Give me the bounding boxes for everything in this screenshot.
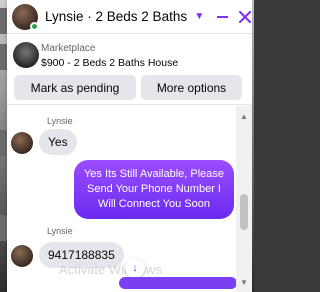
marketplace-banner: Marketplace $900 - 2 Beds 2 Baths House …	[7, 35, 252, 105]
backdrop-avatar-strip	[0, 44, 7, 70]
contact-avatar[interactable]	[12, 3, 39, 31]
scroll-up-arrow-icon[interactable]: ▲	[240, 112, 248, 121]
arrow-down-icon[interactable]: ↓	[125, 258, 145, 278]
listing-thumbnail[interactable]	[13, 42, 39, 68]
marketplace-label: Marketplace	[41, 43, 96, 54]
message-sender: Lynsie	[47, 226, 73, 236]
chevron-down-icon[interactable]: ▼	[192, 10, 206, 24]
listing-title[interactable]: $900 - 2 Beds 2 Baths House	[41, 57, 178, 69]
minimize-icon[interactable]	[215, 10, 229, 24]
incoming-message[interactable]: Yes	[39, 129, 77, 155]
online-status-dot	[30, 21, 39, 31]
sender-avatar[interactable]	[11, 245, 33, 267]
mark-as-pending-button[interactable]: Mark as pending	[14, 75, 136, 100]
chat-title[interactable]: Lynsie · 2 Beds 2 Baths Ho...	[45, 9, 189, 24]
scrollbar-thumb[interactable]	[240, 194, 248, 230]
composer-peek	[119, 277, 237, 289]
scroll-down-arrow-icon[interactable]: ▼	[240, 278, 248, 287]
close-icon[interactable]	[238, 10, 252, 24]
more-options-button[interactable]: More options	[141, 75, 242, 100]
message-scrollbar[interactable]: ▲ ▼	[236, 106, 252, 292]
chat-window: Lynsie · 2 Beds 2 Baths Ho... ▼ Marketpl…	[7, 0, 252, 292]
outgoing-message[interactable]: Yes Its Still Available, Please Send You…	[74, 160, 234, 219]
message-sender: Lynsie	[47, 116, 73, 126]
backdrop-avatar-strip	[0, 8, 7, 34]
chat-header[interactable]: Lynsie · 2 Beds 2 Baths Ho... ▼	[7, 0, 252, 34]
backdrop-avatar-strip	[0, 215, 7, 241]
sender-avatar[interactable]	[11, 132, 33, 154]
activation-watermark: Activate Windows	[59, 262, 162, 277]
backdrop-avatar-strip	[0, 130, 7, 156]
